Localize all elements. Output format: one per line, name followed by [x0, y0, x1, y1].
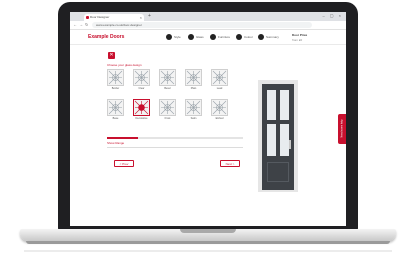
door-handle — [289, 140, 291, 149]
glass-option-label: Etched — [215, 117, 224, 120]
next-button[interactable]: Next > — [220, 160, 240, 167]
glass-pattern-icon — [107, 99, 124, 116]
back-icon[interactable]: ← — [73, 22, 77, 27]
price-subtext: from £0 — [292, 38, 303, 42]
glass-option-label: Decorative — [135, 117, 148, 120]
glass-pattern-icon — [211, 69, 228, 86]
glass-pattern-icon — [211, 99, 228, 116]
show-range-toggle[interactable]: Show Range — [107, 140, 243, 148]
step-dot-icon — [258, 34, 264, 40]
glass-option-label: Satin — [190, 117, 197, 120]
glass-option[interactable]: Decorative — [133, 99, 150, 120]
glass-option-label: Lead — [216, 87, 223, 90]
door-glass-right-bottom — [280, 124, 289, 156]
glass-pattern-icon — [107, 69, 124, 86]
step-progress-nav: Style Glass Furniture Colour Summary — [166, 33, 286, 41]
glass-option[interactable]: Etched — [211, 99, 228, 120]
glass-option[interactable]: Clear — [133, 69, 150, 90]
floor-shadow — [24, 250, 392, 252]
door-glass-right-top — [280, 90, 289, 120]
url-field[interactable]: www.example.co.uk/door-designer — [92, 22, 312, 28]
glass-pattern-icon — [185, 69, 202, 86]
door-glass-left-top — [267, 90, 276, 120]
reload-icon[interactable]: ↻ — [85, 22, 88, 27]
panel-title: Choose your glass design — [107, 63, 142, 67]
glass-pattern-icon — [159, 99, 176, 116]
browser-tab-bar: Door Designer × + – ▢ × — [70, 12, 346, 21]
laptop-hinge-notch — [180, 229, 236, 233]
door-bottom-panel — [267, 162, 289, 182]
glass-option[interactable]: Frost — [159, 99, 176, 120]
laptop-base-edge — [26, 241, 390, 244]
glass-option-label: Frost — [164, 117, 171, 120]
glass-option[interactable]: Base — [107, 99, 124, 120]
step-dot-icon — [210, 34, 216, 40]
help-tab-label: Need some help — [340, 119, 344, 138]
glass-option[interactable]: Satin — [185, 99, 202, 120]
close-panel-icon[interactable]: ✕ — [108, 52, 115, 59]
glass-option-label: Base — [112, 117, 119, 120]
glass-option[interactable]: Border — [107, 69, 124, 90]
glass-option-label: Bevel — [164, 87, 171, 90]
site-header: Example Doors Style Glass Furniture Colo… — [70, 30, 346, 45]
glass-pattern-icon — [133, 69, 150, 86]
prev-button[interactable]: < Prev — [114, 160, 134, 167]
close-tab-icon[interactable]: × — [140, 14, 142, 21]
glass-option-label: Clear — [138, 87, 145, 90]
favicon-icon — [86, 16, 89, 19]
site-logo[interactable]: Example Doors — [88, 34, 124, 40]
address-bar: ← → ↻ www.example.co.uk/door-designer — [70, 21, 346, 30]
glass-option[interactable]: Lead — [211, 69, 228, 90]
step-dot-icon — [236, 34, 242, 40]
progress-fill — [107, 137, 139, 139]
glass-pattern-icon — [185, 99, 202, 116]
new-tab-icon[interactable]: + — [148, 13, 151, 19]
browser-tab[interactable]: Door Designer × — [84, 14, 144, 21]
step-dot-icon — [166, 34, 172, 40]
laptop-screen: Door Designer × + – ▢ × ← → ↻ www.exampl… — [70, 12, 346, 226]
door-glass-left-bottom — [267, 124, 276, 156]
tab-title: Door Designer — [90, 15, 110, 19]
progress-bar — [107, 137, 243, 139]
window-controls[interactable]: – ▢ × — [322, 13, 343, 18]
help-tab[interactable]: Need some help — [338, 114, 346, 144]
step-dot-icon — [188, 34, 194, 40]
glass-option[interactable]: Plain — [185, 69, 202, 90]
glass-option-label: Plain — [190, 87, 197, 90]
price-label: Door Price — [292, 33, 308, 37]
glass-option[interactable]: Bevel — [159, 69, 176, 90]
glass-pattern-red-icon — [133, 99, 150, 116]
glass-option-label: Border — [111, 87, 120, 90]
glass-pattern-icon — [159, 69, 176, 86]
forward-icon[interactable]: → — [79, 22, 83, 27]
